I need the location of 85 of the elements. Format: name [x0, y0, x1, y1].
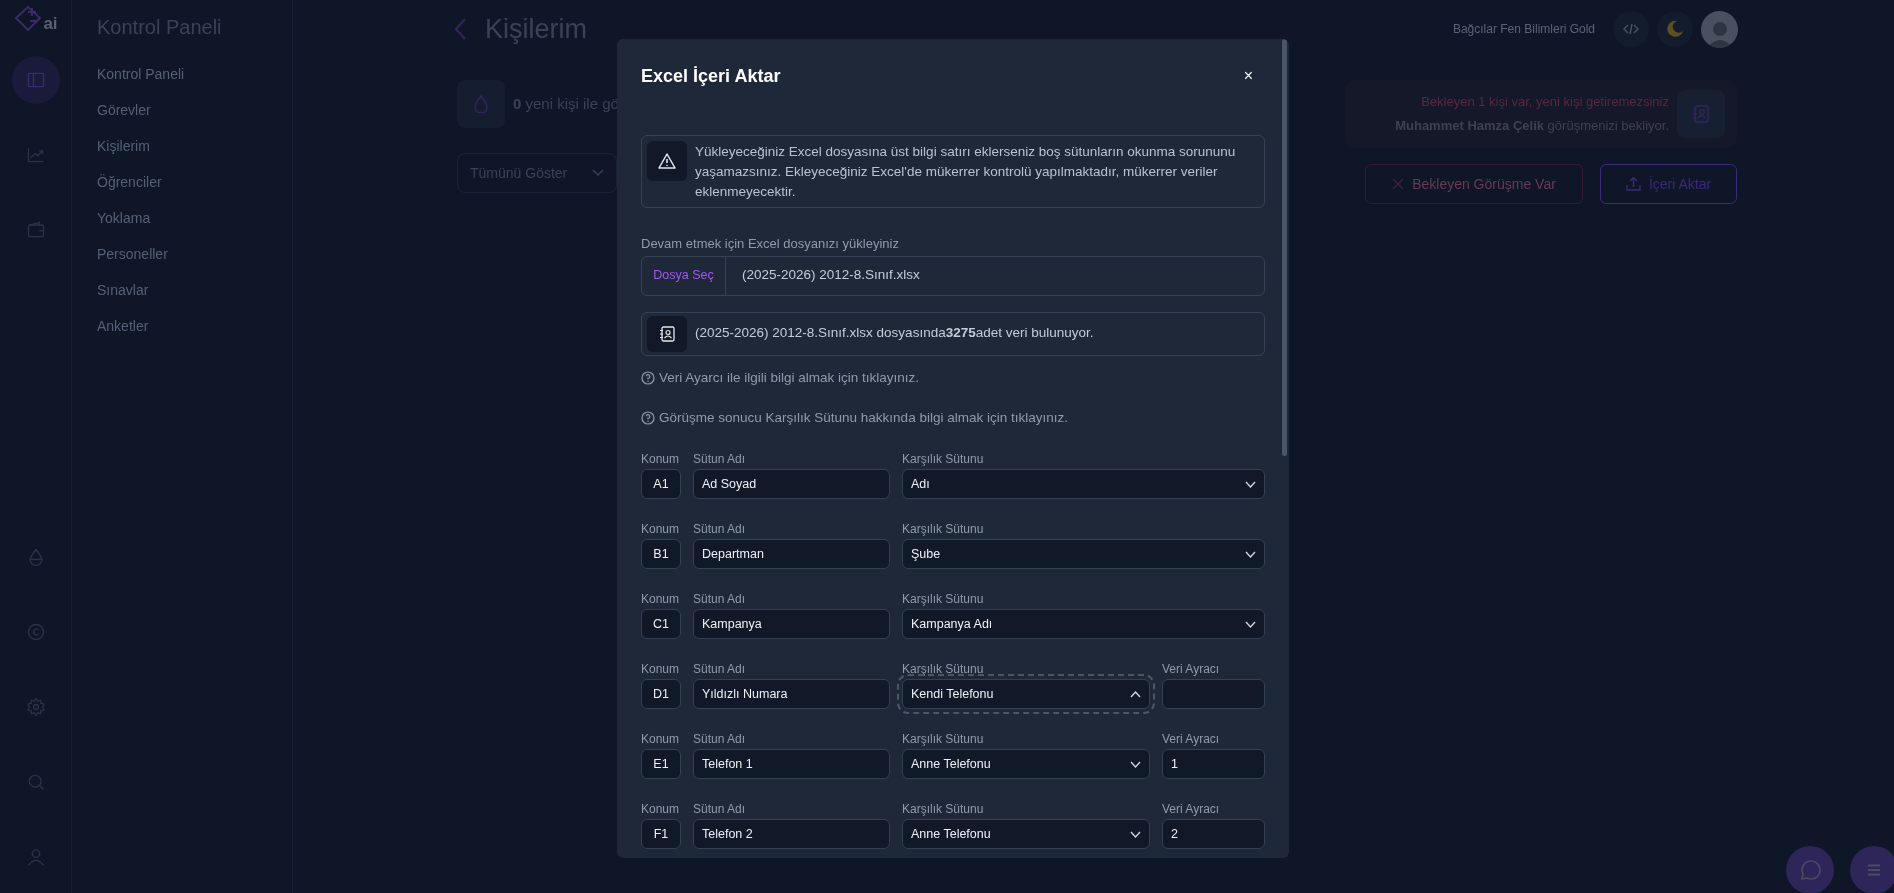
position-field: C1 — [641, 609, 681, 639]
fab-menu-button[interactable] — [1850, 846, 1894, 893]
user-icon — [25, 847, 46, 867]
help-icon — [641, 370, 655, 385]
chevron-down-icon — [592, 169, 604, 177]
field-label: Sütun Adı — [693, 731, 747, 748]
dialog-title: Excel İçeri Aktar — [641, 64, 781, 88]
avatar[interactable] — [1701, 10, 1738, 48]
warning-icon — [658, 153, 676, 169]
chevron-down-icon — [1245, 550, 1256, 558]
match-column-select[interactable]: Adı — [902, 469, 1265, 499]
moon-icon — [1666, 20, 1684, 38]
code-icon — [1623, 23, 1639, 35]
help-link[interactable]: Veri Ayarcı ile ilgili bilgi almak için tıklayınız. — [659, 367, 920, 388]
chat-bubble-icon — [1799, 859, 1821, 881]
chevron-up-icon — [1130, 690, 1141, 698]
field-label: Sütun Adı — [693, 661, 747, 678]
close-button[interactable]: × — [1243, 64, 1253, 88]
copyright-icon — [25, 622, 46, 642]
column-name-field[interactable]: Telefon 1 — [693, 749, 890, 779]
field-label: Konum — [641, 731, 681, 748]
upload-label: Devam etmek için Excel dosyanızı yükleyiniz — [641, 235, 900, 253]
chevron-down-icon — [1130, 830, 1141, 838]
field-label: Karşılık Sütunu — [902, 801, 985, 818]
close-icon — [1392, 178, 1405, 190]
fab-chat-button[interactable] — [1786, 846, 1834, 893]
position-field: D1 — [641, 679, 681, 709]
upload-icon — [1625, 177, 1641, 191]
logo-text: ai — [43, 15, 58, 33]
theme-button[interactable] — [1657, 11, 1693, 47]
chevron-down-icon — [1245, 620, 1256, 628]
match-column-select[interactable]: Anne Telefonu — [902, 749, 1150, 779]
field-label: Sütun Adı — [693, 591, 747, 608]
field-label: Karşılık Sütunu — [902, 731, 985, 748]
field-label: Veri Ayracı — [1162, 801, 1221, 818]
contact-book-icon — [659, 325, 675, 342]
column-name-field[interactable]: Telefon 2 — [693, 819, 890, 849]
info-text: (2025-2026) 2012-8.Sınıf.xlsx dosyasında3275adet veri bulunuyor. — [695, 324, 1094, 343]
field-label: Karşılık Sütunu — [902, 521, 985, 538]
match-column-select[interactable]: Kampanya Adı — [902, 609, 1265, 639]
column-name-field[interactable]: Kampanya — [693, 609, 890, 639]
settings-icon — [25, 697, 46, 717]
field-label: Veri Ayracı — [1162, 731, 1221, 748]
pending-message: Bekleyen 1 kişi var, yeni kişi getiremezsiniz — [1421, 93, 1669, 111]
help-link[interactable]: Görüşme sonucu Karşılık Sütunu hakkında bilgi almak için tıklayınız. — [659, 407, 1068, 428]
field-label: Konum — [641, 451, 681, 468]
drop-icon — [474, 95, 488, 113]
field-label: Karşılık Sütunu — [902, 591, 985, 608]
position-field: B1 — [641, 539, 681, 569]
separator-field[interactable]: 1 — [1162, 749, 1265, 779]
position-field: F1 — [641, 819, 681, 849]
organization-name: Bağcılar Fen Bilimleri Gold — [1452, 21, 1595, 38]
contact-book-icon — [1693, 105, 1709, 123]
column-name-field[interactable]: Yıldızlı Numara — [693, 679, 890, 709]
help-icon — [641, 410, 655, 425]
field-label: Konum — [641, 661, 681, 678]
field-label: Konum — [641, 801, 681, 818]
field-label: Veri Ayracı — [1162, 661, 1221, 678]
match-column-select[interactable]: Anne Telefonu — [902, 819, 1150, 849]
separator-field[interactable]: 2 — [1162, 819, 1265, 849]
separator-field[interactable] — [1162, 679, 1265, 709]
position-field: A1 — [641, 469, 681, 499]
menu-icon — [1867, 864, 1881, 876]
field-label: Karşılık Sütunu — [902, 451, 985, 468]
field-label: Konum — [641, 521, 681, 538]
file-input[interactable]: Dosya Seç (2025-2026) 2012-8.Sınıf.xlsx — [641, 255, 1265, 296]
rail-button[interactable] — [11, 56, 60, 104]
match-column-select[interactable]: Şube — [902, 539, 1265, 569]
code-button[interactable] — [1613, 11, 1649, 47]
field-label: Sütun Adı — [693, 451, 747, 468]
logo-icon — [13, 5, 44, 33]
warning-text: Yükleyeceğiniz Excel dosyasına üst bilgi satırı eklerseniz boş sütunların okunma sorununu yaşamazsınız. Ekleyeceğiniz Excel'de mükerrer kontrolü yapılmaktadır, mükerrer veriler eklenmeyecektir. — [695, 143, 1237, 201]
chevron-down-icon — [1130, 760, 1141, 768]
field-label: Karşılık Sütunu — [902, 661, 985, 678]
field-label: Konum — [641, 591, 681, 608]
scrollbar[interactable] — [1282, 39, 1287, 456]
column-name-field[interactable]: Departman — [693, 539, 890, 569]
column-name-field[interactable]: Ad Soyad — [693, 469, 890, 499]
position-field: E1 — [641, 749, 681, 779]
wallet-icon — [25, 220, 46, 240]
field-label: Sütun Adı — [693, 521, 747, 538]
chevron-down-icon — [1245, 480, 1256, 488]
line-chart-icon — [25, 145, 46, 165]
field-label: Sütun Adı — [693, 801, 747, 818]
sidebar-panel-icon — [25, 70, 46, 90]
